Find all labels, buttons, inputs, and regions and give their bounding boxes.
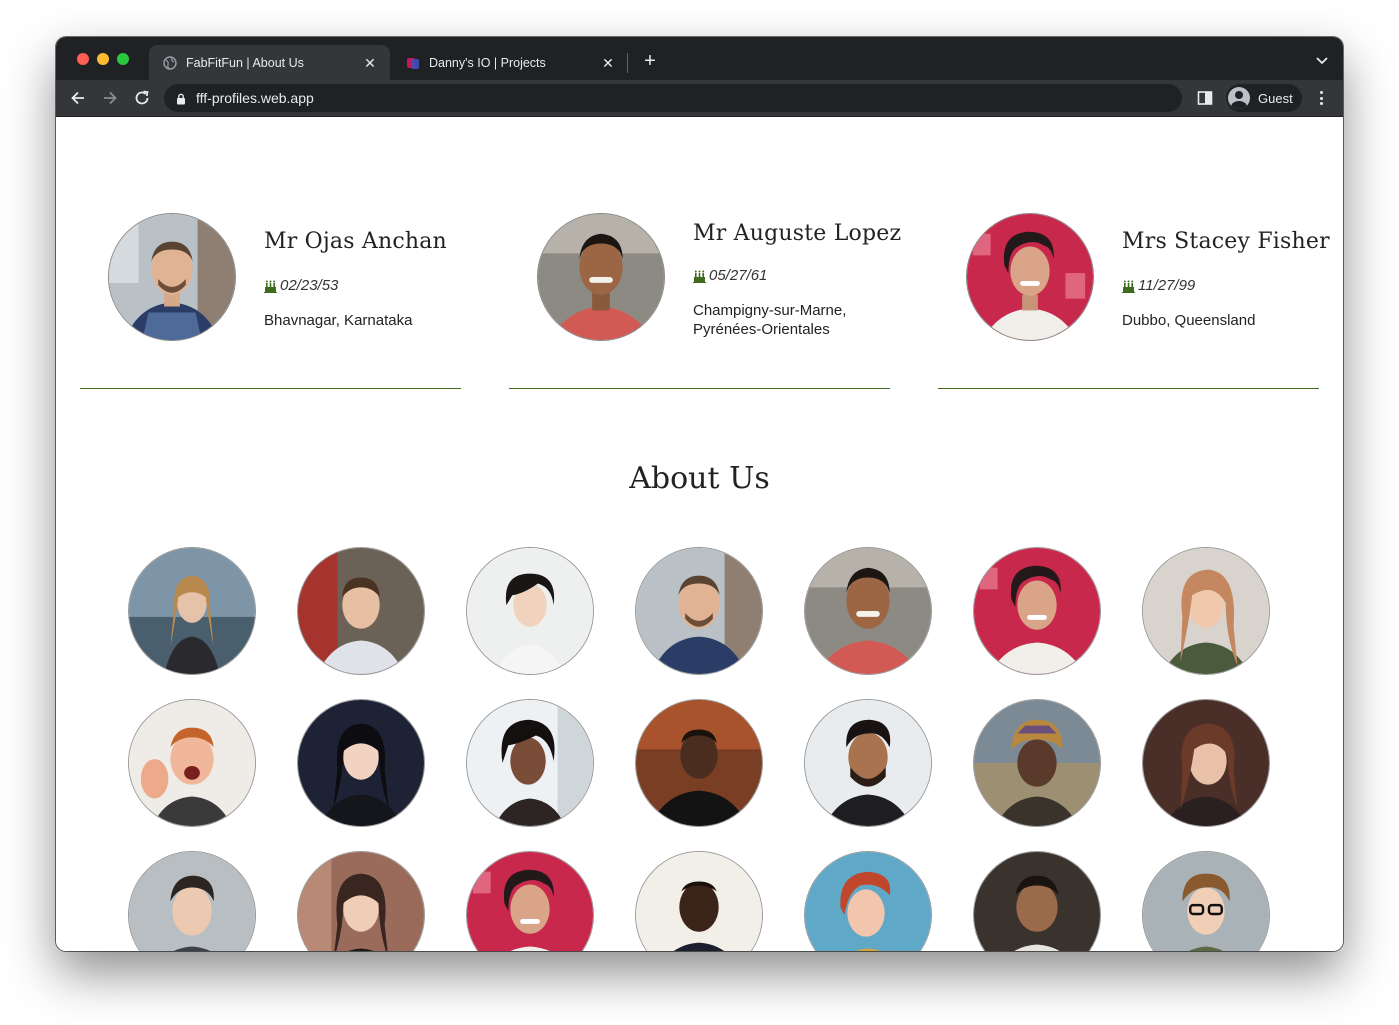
team-member-photo[interactable] <box>973 851 1101 951</box>
profile-dob: 05/27/61 <box>693 267 767 284</box>
team-member-photo[interactable] <box>1142 851 1270 951</box>
profile-dob: 02/23/53 <box>264 277 338 294</box>
kebab-menu-icon[interactable] <box>1313 90 1329 106</box>
profile-name: Mr Ojas Anchan <box>264 229 447 254</box>
team-member-photo[interactable] <box>297 851 425 951</box>
dob-text: 11/27/99 <box>1138 277 1196 294</box>
profile-button[interactable]: Guest <box>1226 84 1302 112</box>
profile-dob: 11/27/99 <box>1122 277 1195 294</box>
team-member-photo[interactable] <box>973 699 1101 827</box>
profile-location: Bhavnagar, Karnataka <box>264 312 413 329</box>
team-member-photo[interactable] <box>297 699 425 827</box>
team-member-photo[interactable] <box>804 851 932 951</box>
browser-toolbar: fff-profiles.web.app Guest <box>56 80 1343 117</box>
new-tab-plus-icon[interactable]: + <box>640 51 660 71</box>
team-member-photo[interactable] <box>466 547 594 675</box>
guest-avatar-icon <box>1228 87 1250 109</box>
team-member-photo[interactable] <box>128 699 256 827</box>
close-window-button[interactable] <box>77 53 89 65</box>
browser-window: FabFitFun | About Us ✕ Danny's IO | Proj… <box>56 37 1343 951</box>
profile-name: Mrs Stacey Fisher <box>1122 229 1330 254</box>
team-member-photo[interactable] <box>804 547 932 675</box>
page-viewport: Mr Ojas Anchan 02/23/53 Bhavnagar, Karna… <box>56 117 1343 951</box>
tab-search-chevron-icon[interactable] <box>1315 53 1329 67</box>
birthday-cake-icon <box>264 279 277 293</box>
team-member-photo[interactable] <box>635 699 763 827</box>
team-member-photo[interactable] <box>466 851 594 951</box>
profile-name: Mr Auguste Lopez <box>693 221 902 246</box>
tab-strip: FabFitFun | About Us ✕ Danny's IO | Proj… <box>56 37 1343 80</box>
team-member-photo[interactable] <box>128 547 256 675</box>
dob-text: 02/23/53 <box>280 277 339 294</box>
team-member-photo[interactable] <box>973 547 1101 675</box>
zoom-window-button[interactable] <box>117 53 129 65</box>
team-member-photo[interactable] <box>635 547 763 675</box>
profile-card[interactable]: Mrs Stacey Fisher 11/27/99 Dubbo, Queens… <box>938 117 1330 389</box>
profile-label: Guest <box>1258 90 1293 106</box>
team-member-photo[interactable] <box>128 851 256 951</box>
minimize-window-button[interactable] <box>97 53 109 65</box>
forward-arrow-icon[interactable] <box>100 88 120 108</box>
lock-icon <box>176 92 186 105</box>
tab-title: Danny's IO | Projects <box>429 55 546 70</box>
birthday-cake-icon <box>1122 279 1135 293</box>
tab-title: FabFitFun | About Us <box>186 55 304 70</box>
team-member-photo[interactable] <box>297 547 425 675</box>
side-panel-icon[interactable] <box>1197 90 1213 106</box>
birthday-cake-icon <box>693 269 706 283</box>
address-bar[interactable]: fff-profiles.web.app <box>164 84 1182 112</box>
tab-fabfitfun[interactable]: FabFitFun | About Us ✕ <box>149 45 390 80</box>
profile-location: Champigny-sur-Marne, Pyrénées-Orientales <box>693 302 847 338</box>
team-member-photo[interactable] <box>1142 547 1270 675</box>
app-icon <box>406 56 420 70</box>
team-member-photo[interactable] <box>635 851 763 951</box>
tab-dannys-io[interactable]: Danny's IO | Projects ✕ <box>392 45 628 80</box>
dob-text: 05/27/61 <box>709 267 768 284</box>
profile-location: Dubbo, Queensland <box>1122 312 1256 329</box>
profile-photo <box>966 213 1094 341</box>
team-member-photo[interactable] <box>804 699 932 827</box>
about-heading: About Us <box>629 461 770 496</box>
profile-photo <box>108 213 236 341</box>
back-arrow-icon[interactable] <box>68 88 88 108</box>
globe-icon <box>163 55 177 70</box>
tab-separator <box>627 53 628 73</box>
reload-icon[interactable] <box>132 88 152 108</box>
close-tab-icon[interactable]: ✕ <box>600 55 616 71</box>
profile-photo <box>537 213 665 341</box>
profile-card[interactable]: Mr Auguste Lopez 05/27/61 Champigny-sur-… <box>509 117 901 389</box>
url-text: fff-profiles.web.app <box>196 90 314 106</box>
team-member-photo[interactable] <box>1142 699 1270 827</box>
team-member-photo[interactable] <box>466 699 594 827</box>
close-tab-icon[interactable]: ✕ <box>362 55 378 71</box>
profile-card[interactable]: Mr Ojas Anchan 02/23/53 Bhavnagar, Karna… <box>80 117 461 389</box>
